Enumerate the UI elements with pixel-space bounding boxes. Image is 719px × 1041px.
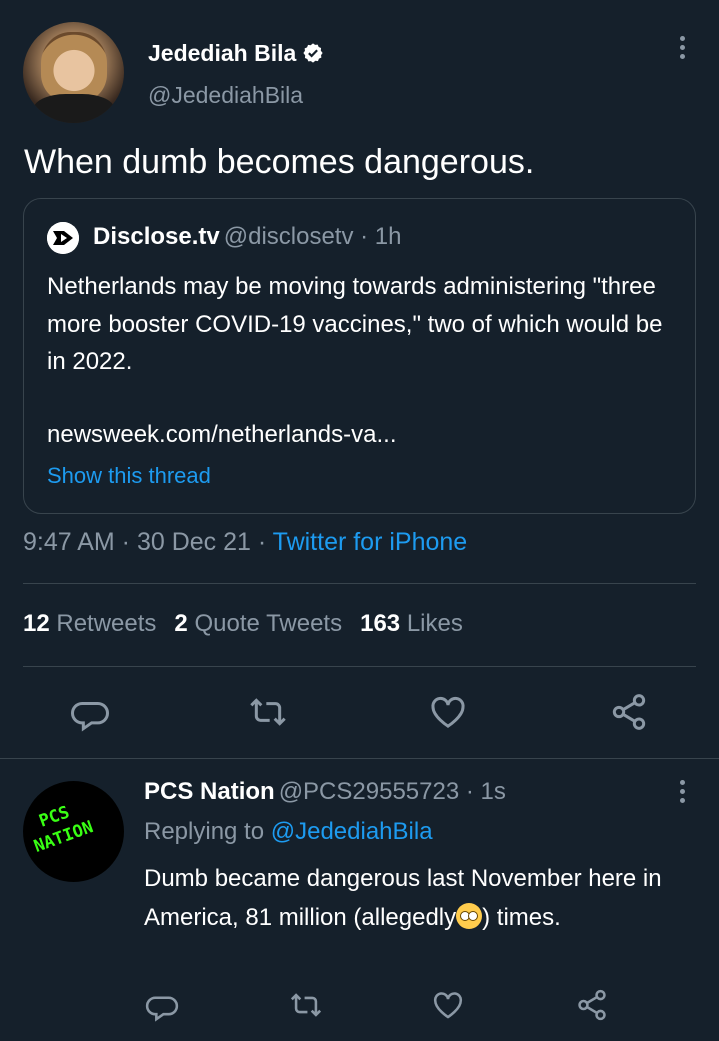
- like-icon[interactable]: [428, 692, 468, 732]
- retweets-count: 12: [23, 610, 50, 637]
- tweet-meta: 9:47 AM · 30 Dec 21 · Twitter for iPhone: [23, 528, 467, 557]
- replying-to-label: Replying to: [144, 818, 271, 845]
- reply-author-row[interactable]: PCS Nation @PCS29555723 · 1s: [144, 778, 506, 806]
- more-options-icon[interactable]: [670, 36, 694, 68]
- reply-text: Dumb became dangerous last November here…: [144, 860, 684, 937]
- reply-text-part-2: ) times.: [482, 903, 561, 931]
- likes-count: 163: [360, 610, 401, 637]
- likes-stat[interactable]: 163 Likes: [360, 610, 463, 637]
- more-dot: [679, 36, 685, 41]
- reply-author-avatar[interactable]: PCS NATION: [23, 781, 124, 882]
- divider: [23, 666, 696, 667]
- reply-author-name[interactable]: PCS Nation: [144, 778, 275, 805]
- retweet-icon[interactable]: [289, 988, 323, 1022]
- author-name-row[interactable]: Jedediah Bila: [148, 40, 324, 67]
- reply-text-part-1: Dumb became dangerous last November here…: [144, 865, 662, 931]
- more-dot: [679, 45, 685, 50]
- engagement-stats: 12 Retweets 2 Quote Tweets 163 Likes: [23, 610, 463, 638]
- show-thread-link[interactable]: Show this thread: [47, 463, 211, 489]
- more-dot: [679, 798, 685, 803]
- quotes-count: 2: [174, 610, 188, 637]
- tweet-timestamp[interactable]: 9:47 AM · 30 Dec 21 ·: [23, 528, 273, 556]
- retweets-label: Retweets: [56, 610, 157, 637]
- replying-to-handle[interactable]: @JedediahBila: [271, 818, 433, 845]
- divider: [0, 758, 719, 759]
- avatar-body: [33, 94, 115, 123]
- reply-icon[interactable]: [145, 988, 179, 1022]
- reply-icon[interactable]: [70, 692, 110, 732]
- avatar-face: [41, 32, 107, 102]
- rolling-eyes-emoji: [456, 902, 483, 929]
- like-icon[interactable]: [431, 988, 465, 1022]
- quoted-author-handle: @disclosetv · 1h: [223, 223, 402, 250]
- more-dot: [679, 789, 685, 794]
- share-icon[interactable]: [575, 988, 609, 1022]
- quoted-tweet-text: Netherlands may be moving towards admini…: [47, 273, 663, 375]
- more-options-icon[interactable]: [670, 780, 694, 812]
- author-handle[interactable]: @JedediahBila: [148, 82, 303, 109]
- quoted-author-name: Disclose.tv: [93, 223, 220, 250]
- tweet-text: When dumb becomes dangerous.: [24, 143, 535, 181]
- likes-label: Likes: [406, 610, 463, 637]
- author-avatar[interactable]: [23, 22, 124, 123]
- reply-author-handle[interactable]: @PCS29555723 · 1s: [279, 778, 506, 805]
- tweet-source[interactable]: Twitter for iPhone: [273, 528, 468, 556]
- replying-to: Replying to @JedediahBila: [144, 818, 433, 846]
- retweets-stat[interactable]: 12 Retweets: [23, 610, 156, 637]
- quotes-label: Quote Tweets: [194, 610, 343, 637]
- share-icon[interactable]: [609, 692, 649, 732]
- disclose-logo-icon: [47, 222, 79, 254]
- author-name[interactable]: Jedediah Bila: [148, 40, 296, 66]
- more-dot: [679, 54, 685, 59]
- quotes-stat[interactable]: 2 Quote Tweets: [174, 610, 342, 637]
- more-dot: [679, 780, 685, 785]
- divider: [23, 583, 696, 584]
- retweet-icon[interactable]: [248, 692, 288, 732]
- quoted-tweet-link[interactable]: newsweek.com/netherlands-va...: [47, 421, 397, 449]
- verified-badge-icon: [303, 43, 323, 63]
- quoted-author-row: Disclose.tv @disclosetv · 1h: [93, 223, 402, 251]
